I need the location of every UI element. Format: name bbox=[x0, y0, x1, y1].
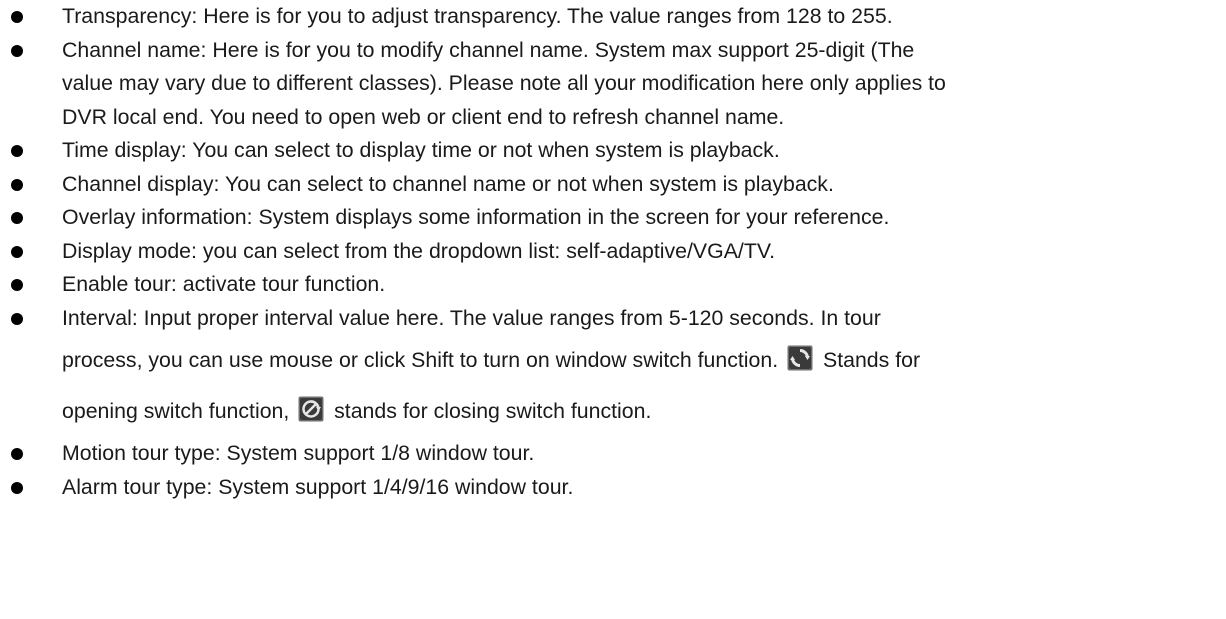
list-item-channel-name: Channel name: Here is for you to modify … bbox=[0, 34, 1226, 135]
bullet-icon bbox=[11, 178, 23, 191]
list-item-enable-tour: Enable tour: activate tour function. bbox=[0, 268, 1226, 302]
item-text-segment: stands for closing switch function. bbox=[328, 399, 652, 423]
bullet-icon bbox=[11, 448, 23, 460]
item-text: Display mode: you can select from the dr… bbox=[62, 238, 775, 263]
list-item-time-display: Time display: You can select to display … bbox=[0, 134, 1226, 168]
list-item-motion-tour-type: Motion tour type: System support 1/8 win… bbox=[0, 437, 1226, 471]
item-text: Alarm tour type: System support 1/4/9/16… bbox=[62, 474, 574, 499]
bullet-icon bbox=[11, 11, 23, 23]
list-item-transparency: Transparency: Here is for you to adjust … bbox=[0, 0, 1226, 34]
item-text-line: value may vary due to different classes)… bbox=[62, 71, 946, 95]
bullet-icon bbox=[11, 245, 23, 258]
item-text-line: process, you can use mouse or click Shif… bbox=[62, 335, 1220, 386]
bullet-icon bbox=[11, 312, 23, 325]
list-item-overlay-information: Overlay information: System displays som… bbox=[0, 201, 1226, 235]
item-text-segment: Stands for bbox=[817, 348, 921, 372]
switch-close-icon bbox=[298, 396, 324, 422]
item-text: Motion tour type: System support 1/8 win… bbox=[62, 441, 535, 465]
bullet-icon bbox=[11, 145, 23, 157]
item-text-line: DVR local end. You need to open web or c… bbox=[62, 104, 785, 129]
item-text: Overlay information: System displays som… bbox=[62, 205, 890, 229]
document-page: Transparency: Here is for you to adjust … bbox=[0, 0, 1226, 619]
settings-bullet-list: Transparency: Here is for you to adjust … bbox=[0, 0, 1226, 504]
bullet-icon bbox=[11, 44, 23, 57]
bullet-icon bbox=[11, 212, 23, 224]
item-text-line: opening switch function, stands for clos… bbox=[62, 386, 1220, 437]
bullet-icon bbox=[11, 481, 23, 494]
item-text: Transparency: Here is for you to adjust … bbox=[62, 4, 893, 28]
item-text-line: Channel name: Here is for you to modify … bbox=[62, 37, 915, 62]
list-item-channel-display: Channel display: You can select to chann… bbox=[0, 168, 1226, 202]
item-text: Enable tour: activate tour function. bbox=[62, 272, 386, 296]
item-text: Channel display: You can select to chann… bbox=[62, 171, 834, 196]
item-text: Time display: You can select to display … bbox=[62, 138, 780, 162]
item-text-segment: process, you can use mouse or click Shif… bbox=[62, 348, 785, 372]
item-text-segment: opening switch function, bbox=[62, 399, 296, 423]
item-text-line: Interval: Input proper interval value he… bbox=[62, 305, 881, 330]
list-item-interval: Interval: Input proper interval value he… bbox=[0, 302, 1226, 438]
switch-open-icon bbox=[787, 345, 813, 371]
list-item-display-mode: Display mode: you can select from the dr… bbox=[0, 235, 1226, 269]
bullet-icon bbox=[11, 279, 23, 291]
list-item-alarm-tour-type: Alarm tour type: System support 1/4/9/16… bbox=[0, 471, 1226, 505]
